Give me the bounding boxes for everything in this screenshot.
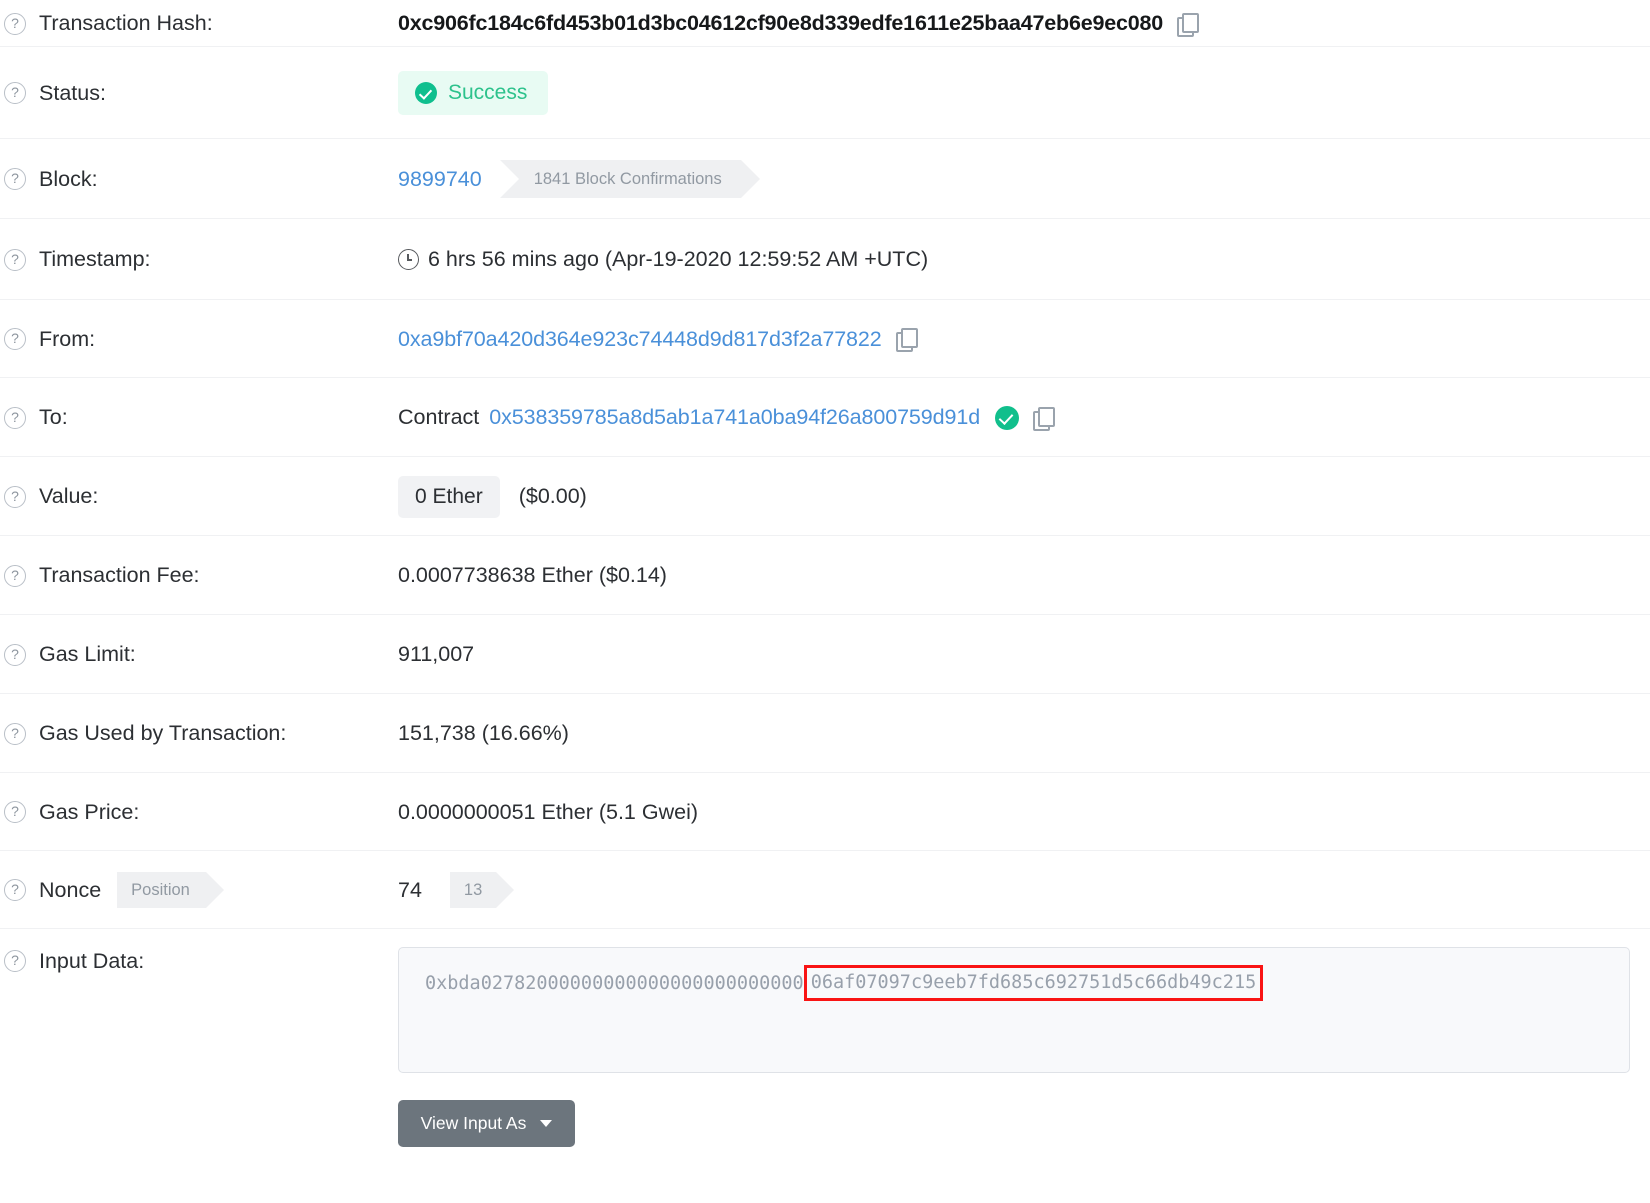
help-icon[interactable]: ? bbox=[4, 879, 26, 901]
from-address-link[interactable]: 0xa9bf70a420d364e923c74448d9d817d3f2a778… bbox=[398, 327, 882, 352]
label-transaction-fee: ? Transaction Fee: bbox=[0, 536, 398, 615]
to-address-link[interactable]: 0x538359785a8d5ab1a741a0ba94f26a800759d9… bbox=[489, 405, 980, 430]
nonce-index-badge: 13 bbox=[449, 872, 515, 908]
help-icon[interactable]: ? bbox=[4, 643, 26, 666]
help-icon[interactable]: ? bbox=[4, 248, 26, 271]
row-to: ? To: Contract 0x538359785a8d5ab1a741a0b… bbox=[0, 378, 1650, 457]
value-from: 0xa9bf70a420d364e923c74448d9d817d3f2a778… bbox=[398, 300, 1650, 378]
transaction-hash-value: 0xc906fc184c6fd453b01d3bc04612cf90e8d339… bbox=[398, 11, 1164, 35]
value-status: Success bbox=[398, 47, 1650, 139]
label-text: Gas Limit: bbox=[39, 642, 136, 666]
help-icon[interactable]: ? bbox=[4, 328, 26, 350]
value-to: Contract 0x538359785a8d5ab1a741a0ba94f26… bbox=[398, 378, 1650, 457]
clock-icon bbox=[398, 249, 419, 270]
label-to: ? To: bbox=[0, 378, 398, 457]
row-timestamp: ? Timestamp: 6 hrs 56 mins ago (Apr-19-2… bbox=[0, 219, 1650, 300]
timestamp-text: 6 hrs 56 mins ago (Apr-19-2020 12:59:52 … bbox=[428, 247, 929, 271]
label-block: ? Block: bbox=[0, 139, 398, 219]
status-text: Success bbox=[448, 81, 528, 104]
chevron-down-icon bbox=[540, 1120, 553, 1127]
value-transaction-fee: 0.0007738638 Ether ($0.14) bbox=[398, 563, 667, 587]
value-input-data: 0xbda02782000000000000000000000000 06af07… bbox=[398, 929, 1650, 1147]
check-circle-icon bbox=[415, 82, 437, 104]
row-from: ? From: 0xa9bf70a420d364e923c74448d9d817… bbox=[0, 300, 1650, 378]
row-gas-used: ? Gas Used by Transaction: 151,738 (16.6… bbox=[0, 694, 1650, 773]
value-nonce: 74 13 bbox=[398, 851, 1650, 929]
row-value: ? Value: 0 Ether ($0.00) bbox=[0, 457, 1650, 536]
help-icon[interactable]: ? bbox=[4, 722, 26, 745]
status-badge: Success bbox=[398, 71, 549, 115]
label-text: Transaction Fee: bbox=[39, 563, 200, 587]
label-nonce: ? Nonce Position bbox=[0, 851, 398, 929]
value-ether-pill: 0 Ether bbox=[398, 475, 500, 518]
value-gas-used: 151,738 (16.66%) bbox=[398, 721, 569, 745]
value-timestamp: 6 hrs 56 mins ago (Apr-19-2020 12:59:52 … bbox=[398, 219, 1650, 300]
label-text: Block: bbox=[39, 166, 98, 191]
help-icon[interactable]: ? bbox=[4, 406, 26, 429]
row-transaction-hash: ? Transaction Hash: 0xc906fc184c6fd453b0… bbox=[0, 0, 1650, 47]
label-transaction-hash: ? Transaction Hash: bbox=[0, 0, 398, 47]
row-status: ? Status: Success bbox=[0, 47, 1650, 139]
label-gas-price: ? Gas Price: bbox=[0, 773, 398, 851]
help-icon[interactable]: ? bbox=[4, 801, 26, 823]
label-text: To: bbox=[39, 405, 68, 429]
label-input-data: ? Input Data: bbox=[0, 929, 398, 993]
row-gas-limit: ? Gas Limit: 911,007 bbox=[0, 615, 1650, 694]
value-gas-limit: 911,007 bbox=[398, 642, 475, 666]
block-confirmations-badge: 1841 Block Confirmations bbox=[499, 160, 760, 198]
label-from: ? From: bbox=[0, 300, 398, 378]
help-icon[interactable]: ? bbox=[4, 950, 26, 972]
label-timestamp: ? Timestamp: bbox=[0, 219, 398, 300]
value-usd: ($0.00) bbox=[518, 484, 587, 508]
view-input-as-button[interactable]: View Input As bbox=[398, 1100, 575, 1147]
label-text: Status: bbox=[39, 80, 106, 105]
label-text: Value: bbox=[39, 484, 99, 508]
value-value: 0 Ether ($0.00) bbox=[398, 457, 1650, 536]
row-gas-price: ? Gas Price: 0.0000000051 Ether (5.1 Gwe… bbox=[0, 773, 1650, 851]
input-data-highlight: 06af07097c9eeb7fd685c692751d5c66db49c215 bbox=[803, 965, 1264, 1001]
nonce-value: 74 bbox=[398, 877, 422, 902]
help-icon[interactable]: ? bbox=[4, 12, 26, 35]
help-icon[interactable]: ? bbox=[4, 168, 26, 190]
label-text: Nonce bbox=[39, 877, 102, 902]
input-data-prefix: 0xbda02782000000000000000000000000 bbox=[425, 973, 804, 994]
label-text: Input Data: bbox=[39, 948, 145, 973]
label-gas-used: ? Gas Used by Transaction: bbox=[0, 694, 398, 773]
row-nonce: ? Nonce Position 74 13 bbox=[0, 851, 1650, 929]
help-icon[interactable]: ? bbox=[4, 82, 26, 104]
label-text: Transaction Hash: bbox=[39, 11, 213, 35]
copy-icon[interactable] bbox=[1177, 12, 1200, 37]
label-value: ? Value: bbox=[0, 457, 398, 536]
label-text: Gas Used by Transaction: bbox=[39, 721, 287, 745]
row-block: ? Block: 9899740 1841 Block Confirmation… bbox=[0, 139, 1650, 219]
label-gas-limit: ? Gas Limit: bbox=[0, 615, 398, 694]
label-text: Timestamp: bbox=[39, 247, 151, 271]
help-icon[interactable]: ? bbox=[4, 485, 26, 508]
value-transaction-hash: 0xc906fc184c6fd453b01d3bc04612cf90e8d339… bbox=[398, 0, 1650, 47]
copy-icon[interactable] bbox=[1033, 406, 1056, 431]
value-block: 9899740 1841 Block Confirmations bbox=[398, 139, 1650, 219]
transaction-details-page: ? Transaction Hash: 0xc906fc184c6fd453b0… bbox=[0, 0, 1650, 1203]
verified-check-icon bbox=[995, 405, 1020, 430]
label-text: Gas Price: bbox=[39, 799, 140, 824]
row-transaction-fee: ? Transaction Fee: 0.0007738638 Ether ($… bbox=[0, 536, 1650, 615]
label-status: ? Status: bbox=[0, 47, 398, 139]
label-text: From: bbox=[39, 326, 96, 351]
view-input-as-label: View Input As bbox=[420, 1113, 527, 1133]
help-icon[interactable]: ? bbox=[4, 564, 26, 587]
row-input-data: ? Input Data: 0xbda027820000000000000000… bbox=[0, 929, 1650, 1147]
value-gas-price: 0.0000000051 Ether (5.1 Gwei) bbox=[398, 799, 699, 824]
contract-prefix: Contract bbox=[398, 405, 480, 429]
copy-icon[interactable] bbox=[895, 328, 918, 352]
input-data-box[interactable]: 0xbda02782000000000000000000000000 06af07… bbox=[398, 947, 1630, 1073]
nonce-position-badge: Position bbox=[117, 872, 224, 908]
input-data-wrap: 0xbda02782000000000000000000000000 06af07… bbox=[398, 929, 1630, 1147]
block-number-link[interactable]: 9899740 bbox=[398, 167, 482, 192]
